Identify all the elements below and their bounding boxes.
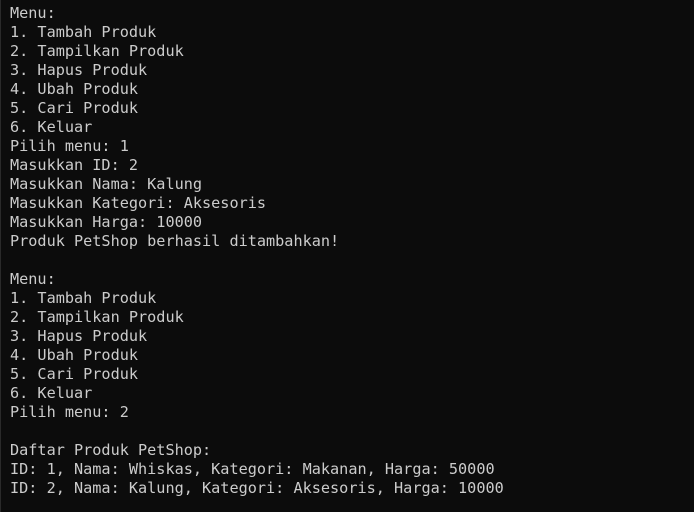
menu-option-5: 5. Cari Produk: [10, 365, 139, 383]
menu-option-1: 1. Tambah Produk: [10, 23, 157, 41]
menu-option-6: 6. Keluar: [10, 118, 93, 136]
input-price-prompt: Masukkan Harga: 10000: [10, 213, 203, 231]
product-row: ID: 1, Nama: Whiskas, Kategori: Makanan,…: [10, 460, 495, 478]
menu-option-2: 2. Tampilkan Produk: [10, 308, 184, 326]
terminal-output: Menu: 1. Tambah Produk 2. Tampilkan Prod…: [10, 4, 694, 498]
window-edge: [0, 0, 1, 512]
product-row: ID: 2, Nama: Kalung, Kategori: Aksesoris…: [10, 479, 504, 497]
menu-choice-prompt: Pilih menu: 2: [10, 403, 129, 421]
menu-option-5: 5. Cari Produk: [10, 99, 139, 117]
menu-option-4: 4. Ubah Produk: [10, 346, 139, 364]
menu-option-4: 4. Ubah Produk: [10, 80, 139, 98]
terminal-window[interactable]: Menu: 1. Tambah Produk 2. Tampilkan Prod…: [0, 0, 694, 512]
menu-heading: Menu:: [10, 270, 56, 288]
menu-option-3: 3. Hapus Produk: [10, 61, 148, 79]
menu-option-6: 6. Keluar: [10, 384, 93, 402]
menu-option-3: 3. Hapus Produk: [10, 327, 148, 345]
menu-option-2: 2. Tampilkan Produk: [10, 42, 184, 60]
product-list-heading: Daftar Produk PetShop:: [10, 441, 212, 459]
input-category-prompt: Masukkan Kategori: Aksesoris: [10, 194, 267, 212]
input-name-prompt: Masukkan Nama: Kalung: [10, 175, 203, 193]
success-message: Produk PetShop berhasil ditambahkan!: [10, 232, 340, 250]
menu-option-1: 1. Tambah Produk: [10, 289, 157, 307]
menu-choice-prompt: Pilih menu: 1: [10, 137, 129, 155]
menu-heading: Menu:: [10, 4, 56, 22]
input-id-prompt: Masukkan ID: 2: [10, 156, 139, 174]
